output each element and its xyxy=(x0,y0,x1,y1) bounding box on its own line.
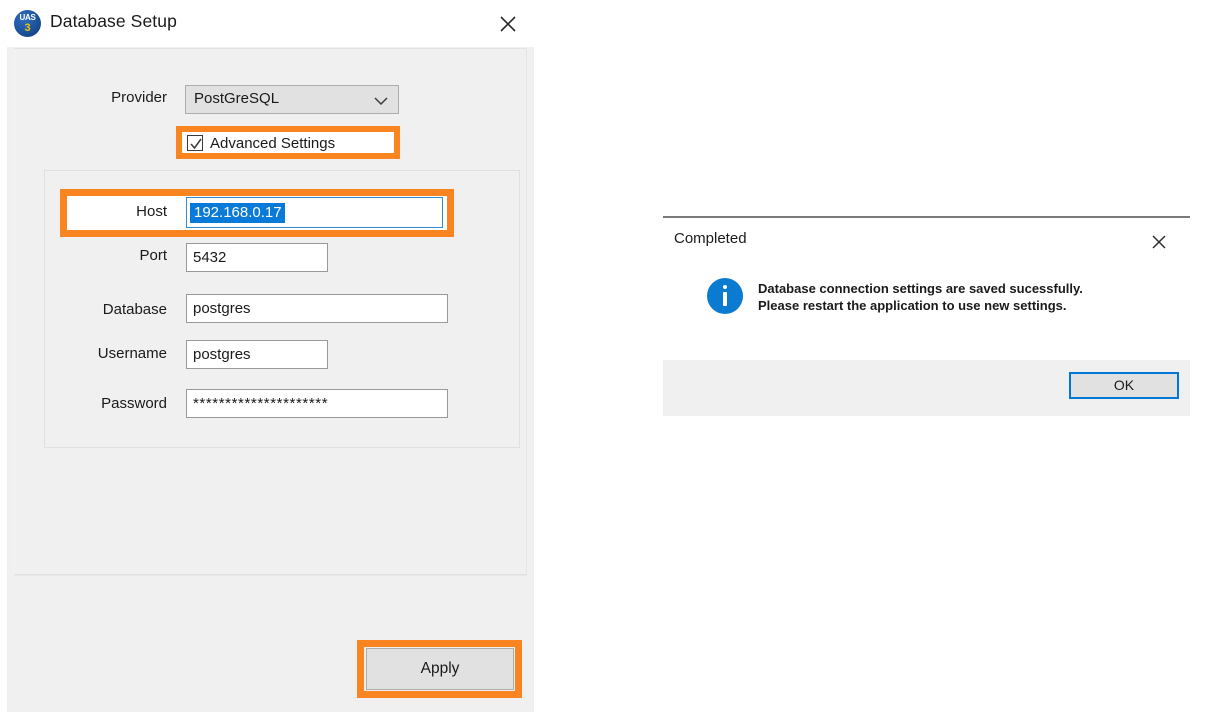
completed-message: Database connection settings are saved s… xyxy=(758,280,1108,314)
host-label: Host xyxy=(67,203,167,220)
username-input[interactable]: postgres xyxy=(186,340,328,369)
password-input[interactable]: ********************* xyxy=(186,389,448,418)
title-bar: UAS 3 Database Setup xyxy=(7,0,534,47)
provider-label: Provider xyxy=(27,89,167,106)
port-label: Port xyxy=(67,247,167,264)
completed-close-icon[interactable] xyxy=(1145,228,1173,256)
dialog-title: Database Setup xyxy=(50,11,177,32)
host-input[interactable]: 192.168.0.17 xyxy=(186,197,443,228)
app-icon-text-top: UAS xyxy=(14,14,41,22)
information-icon xyxy=(707,278,743,314)
checkbox-checked-icon xyxy=(187,135,203,151)
completed-footer: OK xyxy=(663,360,1190,416)
database-setup-dialog: UAS 3 Database Setup Provider PostGreSQL xyxy=(7,0,534,712)
completed-dialog-title: Completed xyxy=(674,230,747,247)
advanced-settings-checkbox[interactable]: Advanced Settings xyxy=(187,133,335,153)
database-input[interactable]: postgres xyxy=(186,294,448,323)
port-input[interactable]: 5432 xyxy=(186,243,328,272)
advanced-settings-label: Advanced Settings xyxy=(210,135,335,152)
apply-button[interactable]: Apply xyxy=(366,648,514,690)
chevron-down-icon xyxy=(373,94,389,112)
username-label: Username xyxy=(47,345,167,362)
host-input-value: 192.168.0.17 xyxy=(190,203,285,223)
screen-root: UAS 3 Database Setup Provider PostGreSQL xyxy=(0,0,1208,714)
information-icon-stem xyxy=(723,292,727,306)
provider-dropdown[interactable]: PostGreSQL xyxy=(185,85,399,114)
provider-value: PostGreSQL xyxy=(194,90,279,107)
completed-dialog: Completed Database connection settings a… xyxy=(663,216,1190,414)
information-icon-dot xyxy=(723,285,727,289)
password-label: Password xyxy=(47,395,167,412)
uas-app-icon: UAS 3 xyxy=(14,10,41,37)
database-label: Database xyxy=(47,301,167,318)
ok-button[interactable]: OK xyxy=(1069,372,1179,399)
app-icon-text-bottom: 3 xyxy=(14,23,41,34)
close-icon[interactable] xyxy=(494,10,522,38)
